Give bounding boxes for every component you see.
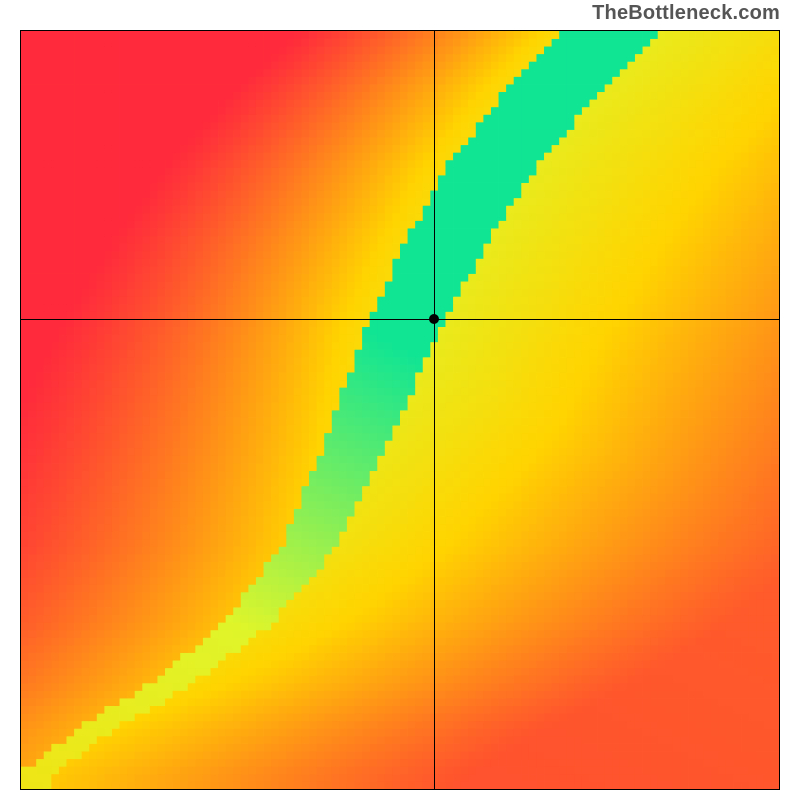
watermark-text: TheBottleneck.com [592,2,780,25]
selected-point-marker [429,314,439,324]
bottleneck-heatmap-plot [20,30,780,790]
heatmap-svg [21,31,779,789]
crosshair-horizontal [21,319,779,320]
crosshair-vertical [434,31,435,789]
